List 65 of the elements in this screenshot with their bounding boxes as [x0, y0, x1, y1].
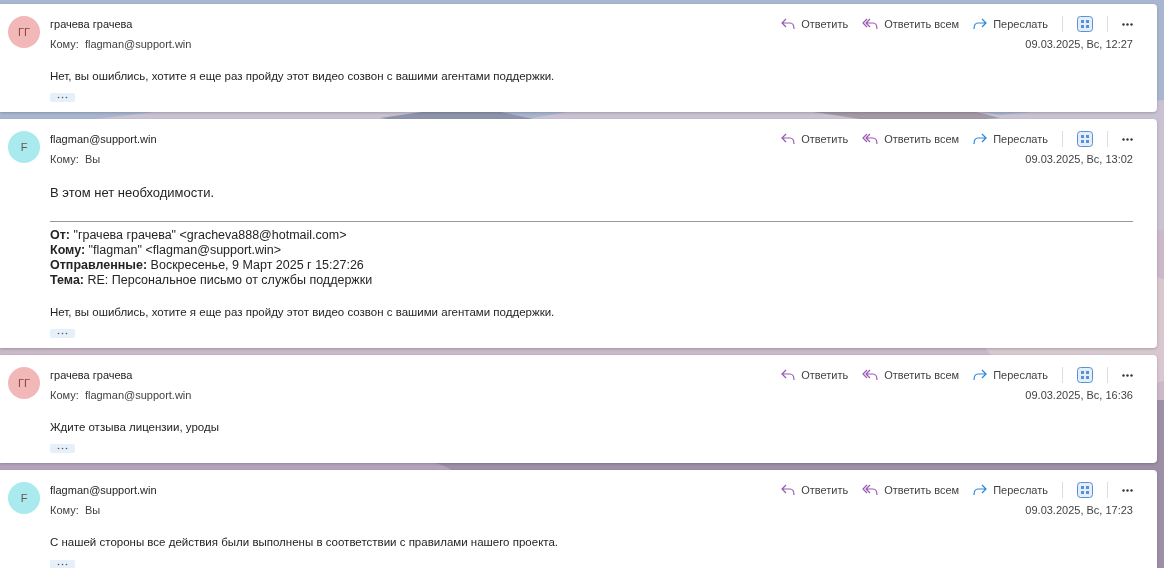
- ellipsis-icon: [57, 332, 68, 335]
- sender-name: flagman@support.win: [50, 132, 157, 147]
- message-text: Нет, вы ошиблись, хотите я еще раз пройду этот видео созвон с вашими агентами поддержки.: [50, 69, 556, 84]
- quoted-header-line: Кому: "flagman" <flagman@support.win>: [50, 242, 283, 258]
- sender-name: грачева грачева: [50, 16, 133, 32]
- reply-icon: [781, 18, 796, 30]
- message-text: В этом нет необходимости.: [50, 184, 216, 203]
- avatar: F: [8, 131, 40, 164]
- reply-all-button[interactable]: Ответить всем: [862, 131, 960, 148]
- apps-icon[interactable]: [1077, 16, 1093, 32]
- forward-button[interactable]: Переслать: [973, 131, 1048, 148]
- forward-icon: [973, 369, 988, 381]
- quoted-header-line: Отправленные: Воскресенье, 9 Март 2025 г 15:27:26: [50, 257, 365, 273]
- quoted-header-line: Тема: RE: Персональное письмо от службы поддержки: [50, 272, 374, 288]
- more-button[interactable]: [1122, 137, 1133, 141]
- forward-button[interactable]: Переслать: [973, 15, 1048, 33]
- avatar: F: [8, 482, 40, 515]
- forward-button[interactable]: Переслать: [973, 366, 1048, 384]
- reply-button[interactable]: Ответить: [781, 15, 849, 33]
- reply-all-icon: [862, 369, 879, 381]
- forward-button[interactable]: Переслать: [973, 482, 1048, 499]
- sender-name: flagman@support.win: [50, 483, 157, 498]
- reply-button[interactable]: Ответить: [781, 366, 849, 384]
- more-button[interactable]: [1122, 373, 1133, 377]
- recipient-line: Кому: flagman@support.win: [50, 36, 192, 52]
- reply-all-icon: [862, 484, 879, 497]
- forward-icon: [973, 18, 988, 30]
- reply-icon: [781, 369, 796, 381]
- message-date: 09.03.2025, Вс, 16:36: [1025, 387, 1133, 403]
- more-button[interactable]: [1122, 22, 1133, 26]
- message-date: 09.03.2025, Вс, 12:27: [1025, 36, 1133, 52]
- quoted-header-line: От: "грачева грачева" <gracheva888@hotmail.com>: [50, 227, 348, 243]
- reply-all-icon: [862, 133, 879, 146]
- apps-icon[interactable]: [1077, 367, 1093, 383]
- more-button[interactable]: [1122, 488, 1133, 492]
- ellipsis-icon: [57, 96, 68, 100]
- message-date: 09.03.2025, Вс, 17:23: [1025, 503, 1133, 518]
- reply-all-button[interactable]: Ответить всем: [862, 482, 960, 499]
- reply-button[interactable]: Ответить: [781, 482, 849, 499]
- message-text: С нашей стороны все действия были выполнены в соответствии с правилами нашего проекта.: [50, 535, 560, 551]
- more-icon: [1122, 22, 1133, 26]
- avatar: ГГ: [8, 16, 40, 48]
- reply-all-button[interactable]: Ответить всем: [862, 366, 960, 384]
- message-text: Ждите отзыва лицензии, уроды: [50, 420, 220, 435]
- reply-all-button[interactable]: Ответить всем: [862, 15, 960, 33]
- message-date: 09.03.2025, Вс, 13:02: [1025, 152, 1133, 167]
- avatar: ГГ: [8, 367, 40, 399]
- reply-all-icon: [862, 18, 879, 30]
- more-icon: [1122, 373, 1133, 377]
- reply-icon: [781, 133, 796, 146]
- forward-icon: [973, 133, 988, 146]
- forward-icon: [973, 484, 988, 497]
- recipient-line: Кому: Вы: [50, 503, 101, 518]
- quoted-text: Нет, вы ошиблись, хотите я еще раз пройду этот видео созвон с вашими агентами поддержки.: [50, 304, 556, 320]
- apps-icon[interactable]: [1077, 482, 1093, 499]
- sender-name: грачева грачева: [50, 367, 133, 383]
- ellipsis-icon: [57, 447, 68, 451]
- recipient-line: Кому: flagman@support.win: [50, 387, 192, 403]
- apps-icon[interactable]: [1077, 131, 1093, 148]
- reply-button[interactable]: Ответить: [781, 131, 849, 148]
- more-icon: [1122, 137, 1133, 141]
- more-icon: [1122, 488, 1133, 492]
- reply-icon: [781, 484, 796, 497]
- ellipsis-icon: [57, 562, 68, 566]
- recipient-line: Кому: Вы: [50, 152, 101, 167]
